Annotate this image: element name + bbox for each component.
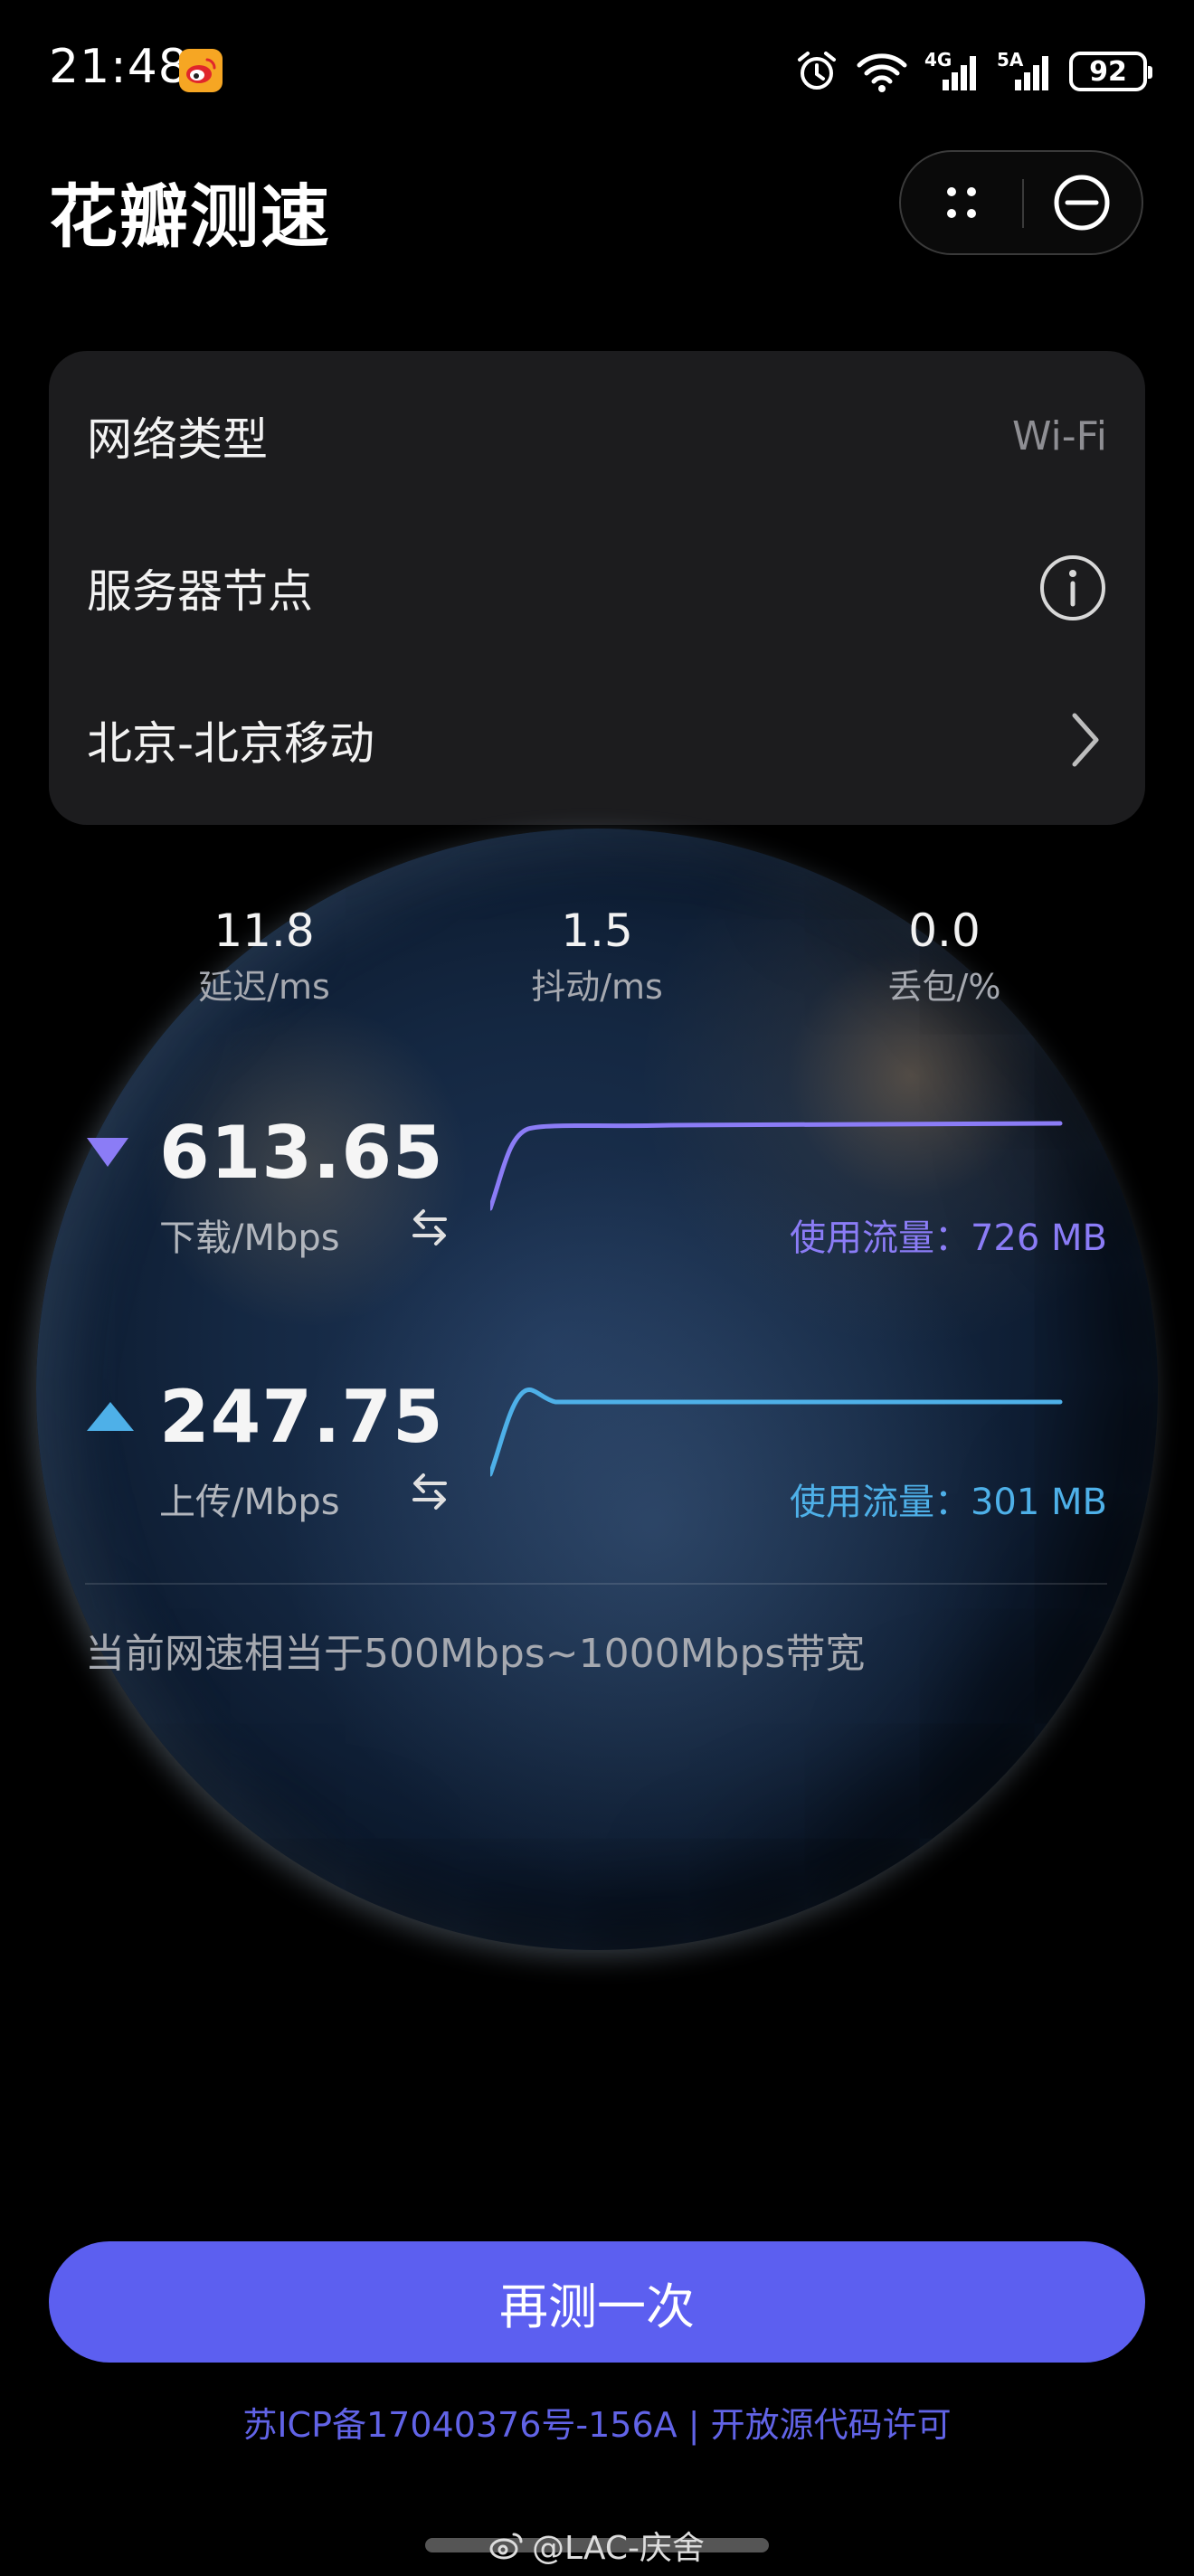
download-data-usage: 使用流量：726 MB — [789, 1217, 1107, 1259]
jitter-label: 抖动/ms — [531, 967, 663, 1007]
network-info-card: 网络类型 Wi-Fi 服务器节点 北京-北京移动 — [49, 351, 1145, 825]
server-node-label: 服务器节点 — [87, 565, 313, 618]
server-location-row[interactable]: 北京-北京移动 — [87, 695, 1107, 785]
footer: 苏ICP备17040376号-156A | 开放源代码许可 — [0, 2397, 1194, 2447]
minus-circle-icon — [1054, 175, 1110, 231]
server-location: 北京-北京移动 — [87, 717, 375, 770]
network-type-value: Wi-Fi — [1012, 412, 1107, 459]
status-time: 21:48 — [49, 40, 189, 94]
upload-data-usage: 使用流量：301 MB — [789, 1482, 1107, 1523]
network-type-row: 网络类型 Wi-Fi — [87, 391, 1107, 481]
more-dots-icon — [947, 187, 976, 218]
network-type-label: 网络类型 — [87, 413, 268, 466]
packet-loss-metric: 0.0 丢包/% — [809, 904, 1080, 1009]
packet-loss-label: 丢包/% — [887, 967, 1001, 1007]
upload-arrow-icon — [87, 1402, 134, 1431]
download-section: 613.65 下载/Mbps 使用流量：726 MB — [85, 1111, 1107, 1272]
latency-metric: 11.8 延迟/ms — [128, 904, 400, 1009]
status-icons: 4G 5A 92 — [794, 45, 1152, 98]
latency-label: 延迟/ms — [198, 967, 330, 1007]
bandwidth-equivalent-note: 当前网速相当于500Mbps~1000Mbps带宽 — [85, 1631, 866, 1677]
cell-signal-5a-icon: 5A — [997, 49, 1053, 94]
download-arrow-icon — [87, 1138, 128, 1167]
weibo-app-icon — [179, 49, 223, 92]
cell-signal-4g-icon: 4G — [924, 49, 981, 94]
jitter-metric: 1.5 抖动/ms — [461, 904, 733, 1009]
watermark: @LAC-庆舍 — [488, 2522, 705, 2569]
close-button[interactable] — [1024, 152, 1142, 253]
chevron-right-icon — [1072, 713, 1099, 767]
server-node-row: 服务器节点 — [87, 543, 1107, 633]
weibo-logo-icon — [489, 2533, 523, 2560]
alarm-icon — [798, 52, 836, 90]
page-title: 花瓣测速 — [49, 176, 331, 257]
more-button[interactable] — [901, 152, 1022, 253]
swap-arrows-icon[interactable] — [407, 1469, 452, 1514]
wifi-icon — [857, 53, 907, 92]
icp-license-link[interactable]: 苏ICP备17040376号-156A — [242, 2405, 677, 2445]
upload-speed-value: 247.75 — [159, 1375, 444, 1459]
retest-button[interactable]: 再测一次 — [49, 2241, 1145, 2363]
packet-loss-value: 0.0 — [908, 904, 981, 957]
battery-level: 92 — [1089, 55, 1127, 88]
battery-indicator: 92 — [1069, 52, 1152, 91]
info-icon[interactable] — [1038, 554, 1107, 622]
swap-arrows-icon[interactable] — [407, 1205, 452, 1250]
open-source-license-link[interactable]: 开放源代码许可 — [711, 2405, 952, 2445]
watermark-text: @LAC-庆舍 — [532, 2530, 706, 2567]
upload-section: 247.75 上传/Mbps 使用流量：301 MB — [85, 1375, 1107, 1536]
latency-value: 11.8 — [213, 904, 315, 957]
divider — [85, 1583, 1107, 1585]
mini-program-capsule — [899, 150, 1143, 255]
footer-separator: | — [687, 2405, 700, 2445]
upload-unit-label: 上传/Mbps — [159, 1482, 340, 1523]
download-speed-value: 613.65 — [159, 1111, 444, 1195]
download-unit-label: 下载/Mbps — [159, 1217, 340, 1259]
status-bar: 21:48 4G 5A 92 — [0, 0, 1194, 136]
jitter-value: 1.5 — [561, 904, 633, 957]
